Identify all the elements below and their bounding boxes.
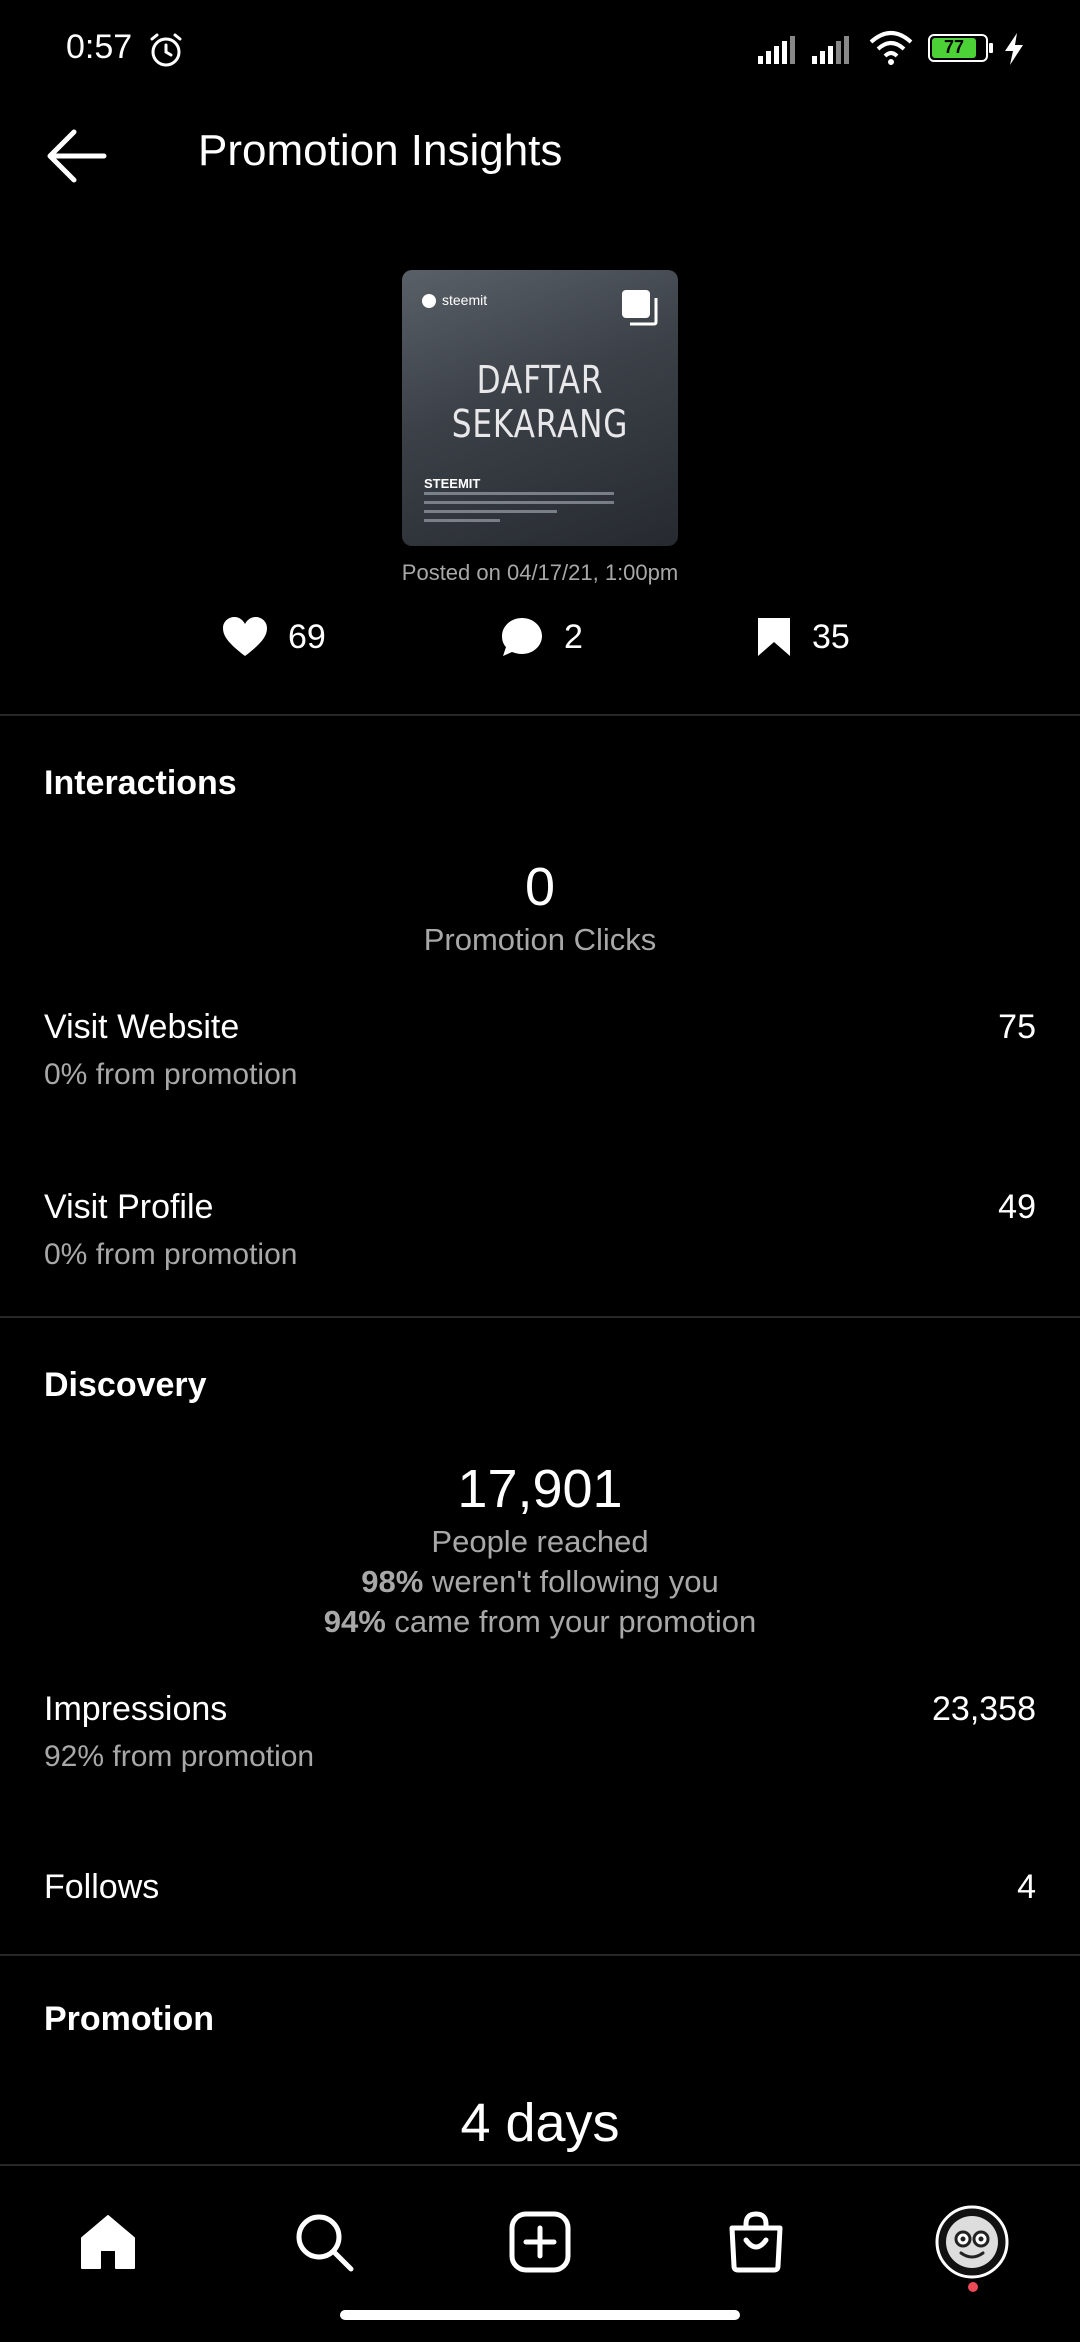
comments-stat: 2 bbox=[500, 612, 583, 662]
interactions-title: Interactions bbox=[44, 764, 237, 802]
carousel-icon bbox=[622, 290, 658, 326]
alarm-icon bbox=[150, 33, 182, 67]
signal-icon bbox=[758, 36, 795, 64]
thumbnail-subtitle: STEEMIT bbox=[424, 476, 481, 491]
impressions-label: Impressions bbox=[44, 1690, 228, 1728]
nav-create-button[interactable] bbox=[500, 2202, 580, 2282]
page-title: Promotion Insights bbox=[198, 126, 563, 175]
home-icon bbox=[81, 2215, 135, 2269]
create-icon bbox=[509, 2211, 571, 2273]
impressions-value: 23,358 bbox=[932, 1690, 1036, 1728]
visit-profile-label: Visit Profile bbox=[44, 1188, 214, 1226]
back-button[interactable] bbox=[40, 120, 116, 192]
status-bar: 0:57 77 bbox=[0, 0, 1080, 100]
from-promotion-line: 94% came from your promotion bbox=[323, 1604, 757, 1639]
divider bbox=[0, 714, 1080, 716]
notification-dot bbox=[968, 2282, 978, 2292]
visit-profile-sub: 0% from promotion bbox=[44, 1238, 298, 1271]
nav-profile-button[interactable] bbox=[932, 2202, 1012, 2282]
follows-label: Follows bbox=[44, 1868, 160, 1906]
profile-avatar bbox=[935, 2205, 1009, 2279]
search-icon bbox=[296, 2214, 354, 2272]
charging-icon bbox=[1005, 33, 1023, 65]
wifi-icon bbox=[869, 31, 913, 65]
visit-website-label: Visit Website bbox=[44, 1008, 240, 1046]
battery-level: 77 bbox=[943, 37, 965, 57]
thumbnail-text-lines bbox=[424, 492, 614, 528]
saves-stat: 35 bbox=[756, 612, 850, 662]
comments-count: 2 bbox=[564, 617, 583, 656]
impressions-sub: 92% from promotion bbox=[44, 1740, 315, 1773]
nav-search-button[interactable] bbox=[284, 2202, 364, 2282]
follows-value: 4 bbox=[1017, 1868, 1036, 1906]
visit-website-sub: 0% from promotion bbox=[44, 1058, 298, 1091]
promotion-clicks-value: 0 bbox=[524, 857, 556, 917]
promotion-duration: 4 days bbox=[460, 2093, 620, 2153]
status-time: 0:57 bbox=[66, 28, 133, 66]
likes-stat: 69 bbox=[222, 612, 326, 662]
visit-profile-value: 49 bbox=[998, 1188, 1036, 1226]
divider bbox=[0, 1954, 1080, 1956]
nav-shop-button[interactable] bbox=[716, 2202, 796, 2282]
promotion-title: Promotion bbox=[44, 2000, 214, 2038]
not-following-line: 98% weren't following you bbox=[361, 1564, 719, 1599]
saves-count: 35 bbox=[812, 617, 850, 656]
nav-home-button[interactable] bbox=[68, 2202, 148, 2282]
comment-icon bbox=[502, 618, 542, 656]
signal-icon bbox=[812, 36, 849, 64]
people-reached-label: People reached bbox=[431, 1524, 649, 1559]
heart-icon bbox=[223, 617, 267, 656]
people-reached-value: 17,901 bbox=[457, 1459, 623, 1519]
shop-icon bbox=[729, 2211, 783, 2273]
post-thumbnail[interactable]: steemit DAFTAR SEKARANG STEEMIT bbox=[402, 270, 678, 546]
arrow-left-icon bbox=[47, 129, 107, 183]
discovery-title: Discovery bbox=[44, 1366, 207, 1404]
battery-icon: 77 bbox=[928, 34, 994, 64]
thumbnail-headline: DAFTAR SEKARANG bbox=[451, 358, 629, 446]
likes-count: 69 bbox=[288, 617, 326, 656]
visit-website-value: 75 bbox=[998, 1008, 1036, 1046]
thumbnail-brand: steemit bbox=[422, 292, 487, 309]
divider bbox=[0, 1316, 1080, 1318]
posted-on: Posted on 04/17/21, 1:00pm bbox=[401, 560, 679, 585]
home-indicator[interactable] bbox=[340, 2310, 740, 2320]
promotion-clicks-label: Promotion Clicks bbox=[423, 922, 657, 957]
bookmark-icon bbox=[758, 618, 790, 656]
